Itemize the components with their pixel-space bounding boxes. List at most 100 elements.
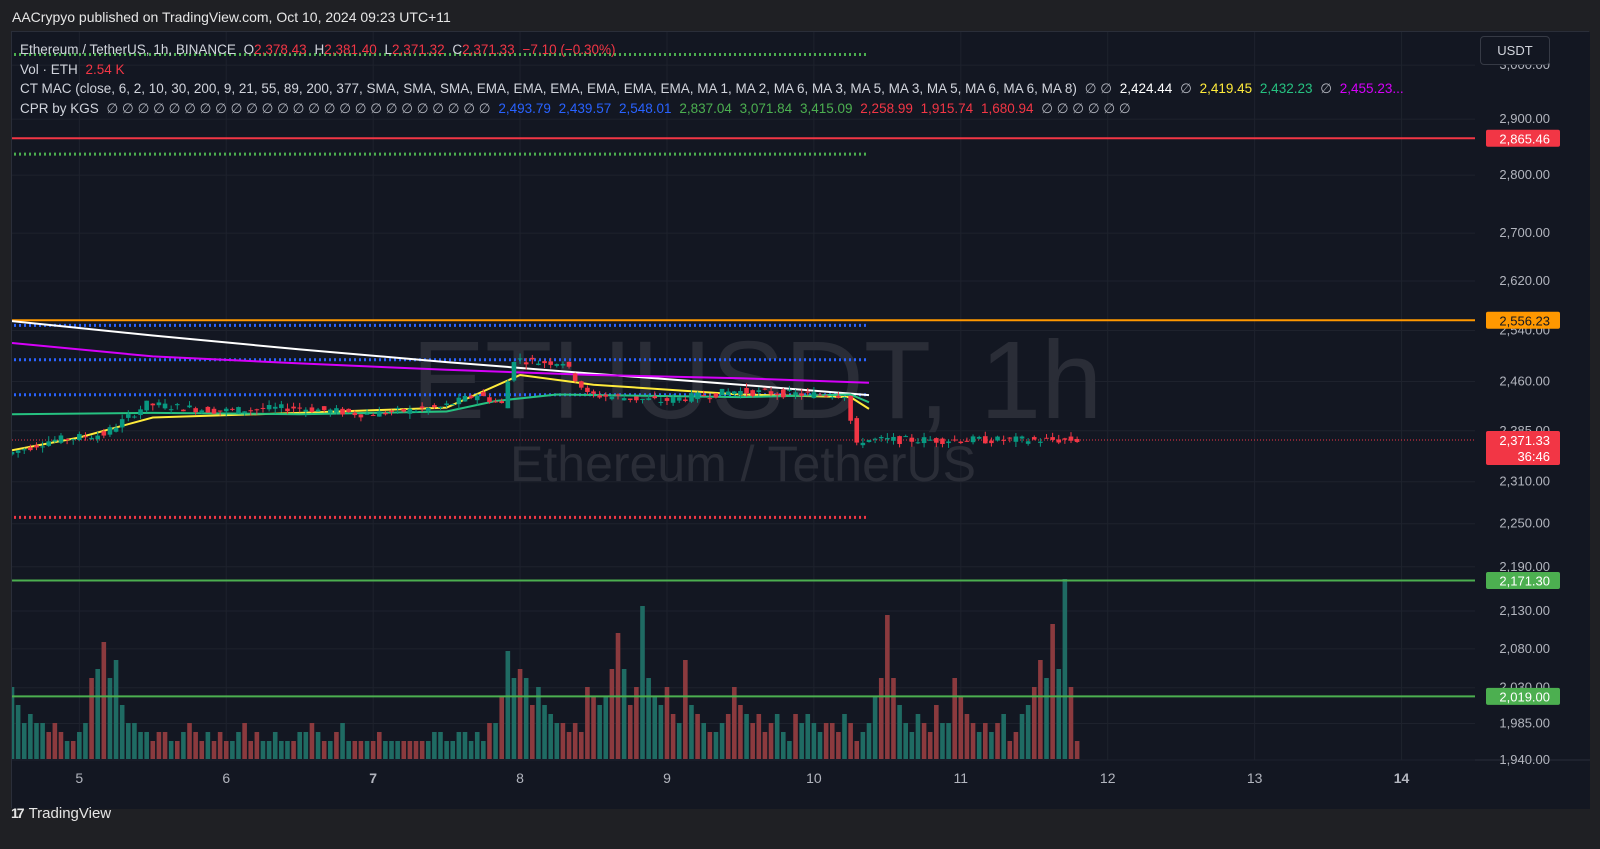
- candle-body: [921, 437, 927, 444]
- candle-body: [230, 408, 235, 410]
- currency-selector[interactable]: USDT: [1480, 36, 1550, 65]
- candle-body: [897, 436, 902, 444]
- volume-bar: [285, 741, 290, 759]
- candle-body: [174, 404, 180, 406]
- legend-volume-row[interactable]: Vol · ETH 2.54 K: [20, 60, 1408, 80]
- legend-high: 2,381.40: [324, 42, 377, 57]
- candle-body: [952, 439, 957, 441]
- time-axis-tick: 7: [369, 770, 377, 786]
- candle-body: [683, 399, 688, 401]
- candle-body: [462, 395, 468, 402]
- candle-body: [370, 414, 376, 416]
- volume-bar: [554, 723, 560, 759]
- chart-pane[interactable]: ETHUSDT, 1hEthereum / TetherUS3,000.002,…: [11, 31, 1590, 809]
- volume-bar: [744, 714, 749, 759]
- candle-body: [181, 409, 186, 412]
- volume-bar: [328, 741, 333, 759]
- volume-bar: [891, 678, 896, 759]
- candle-body: [297, 407, 302, 409]
- legend-symbol[interactable]: Ethereum / TetherUS, 1h, BINANCE: [20, 42, 236, 57]
- volume-bar: [652, 696, 658, 759]
- volume-bar: [627, 705, 633, 759]
- legend-cpr-g3: 3,415.09: [799, 100, 853, 116]
- volume-bar: [493, 723, 498, 759]
- legend-cpr-r2: 1,915.74: [920, 100, 974, 116]
- candle-body: [909, 437, 915, 442]
- volume-bar: [370, 741, 376, 759]
- legend-ctmac-label[interactable]: CT MAC (close, 6, 2, 10, 30, 200, 9, 21,…: [20, 81, 1077, 96]
- candle-body: [670, 397, 676, 403]
- volume-bar: [756, 714, 762, 759]
- candle-body: [487, 397, 492, 403]
- candle-body: [823, 395, 829, 397]
- volume-bar: [1013, 732, 1019, 759]
- candle-body: [817, 394, 823, 396]
- candle-body: [12, 451, 15, 455]
- candle-body: [787, 389, 792, 391]
- volume-bar: [915, 714, 921, 759]
- candle-body: [1074, 438, 1080, 442]
- volume-bar: [70, 741, 76, 759]
- candle-body: [1062, 438, 1068, 440]
- candle-body: [217, 410, 223, 412]
- volume-bar: [1074, 741, 1080, 759]
- volume-bar: [376, 732, 382, 759]
- candle-body: [144, 400, 149, 411]
- volume-bar: [805, 714, 811, 759]
- candle-body: [805, 391, 811, 393]
- candle-body: [725, 391, 731, 395]
- candle-body: [982, 436, 988, 444]
- volume-bar: [872, 696, 878, 759]
- candle-body: [315, 409, 321, 412]
- volume-bar: [634, 687, 639, 759]
- candle-body: [236, 407, 241, 414]
- candle-body: [150, 403, 156, 406]
- candle-body: [468, 395, 474, 398]
- legend-cpr-empty-2: ∅ ∅ ∅ ∅ ∅ ∅: [1041, 100, 1131, 116]
- legend-volume-label[interactable]: Vol · ETH: [20, 62, 78, 77]
- volume-bar: [542, 705, 547, 759]
- volume-bar: [523, 678, 529, 759]
- candle-body: [505, 381, 511, 409]
- legend-cpr-label[interactable]: CPR by KGS: [20, 101, 99, 116]
- candle-body: [615, 394, 621, 396]
- volume-bar: [836, 732, 841, 759]
- candle-body: [1031, 437, 1037, 440]
- candle-body: [205, 406, 211, 413]
- legend-cpr-empty-1: ∅ ∅ ∅ ∅ ∅ ∅ ∅ ∅ ∅ ∅ ∅ ∅ ∅ ∅ ∅ ∅ ∅ ∅ ∅ ∅ …: [106, 100, 491, 116]
- volume-bar: [248, 741, 254, 759]
- candle-body: [707, 398, 713, 400]
- candle-body: [756, 390, 762, 392]
- volume-bar: [511, 678, 517, 759]
- legend-cpr-row[interactable]: CPR by KGS ∅ ∅ ∅ ∅ ∅ ∅ ∅ ∅ ∅ ∅ ∅ ∅ ∅ ∅ ∅…: [20, 99, 1408, 119]
- volume-bar: [34, 723, 39, 759]
- volume-bar: [101, 642, 107, 759]
- candle-body: [640, 398, 645, 400]
- volume-bar: [989, 732, 994, 759]
- candle-body: [156, 402, 162, 406]
- chart-canvas[interactable]: ETHUSDT, 1hEthereum / TetherUS3,000.002,…: [12, 32, 1590, 809]
- volume-bar: [921, 723, 927, 759]
- candle-body: [303, 409, 309, 412]
- legend-change: −7.10 (−0.30%): [522, 42, 616, 57]
- price-label-text: 2,865.46: [1499, 131, 1550, 146]
- candle-body: [193, 408, 198, 413]
- candle-body: [554, 364, 560, 366]
- legend-ctmac-row[interactable]: CT MAC (close, 6, 2, 10, 30, 200, 9, 21,…: [20, 79, 1408, 99]
- candle-body: [401, 409, 407, 412]
- volume-bar: [456, 732, 462, 759]
- legend-symbol-row[interactable]: Ethereum / TetherUS, 1h, BINANCE O2,378.…: [20, 40, 1408, 60]
- volume-bar: [560, 723, 566, 759]
- price-axis-tick: 1,940.00: [1499, 752, 1550, 767]
- candle-body: [848, 395, 853, 421]
- candle-body: [481, 392, 486, 397]
- candle-body: [1056, 439, 1062, 443]
- volume-bar: [46, 732, 52, 759]
- legend-ctmac-v4: 2,455.23...: [1339, 81, 1404, 96]
- candle-body: [58, 435, 64, 443]
- candle-body: [768, 391, 774, 395]
- legend-cpr-g1: 2,837.04: [679, 100, 732, 116]
- time-axis-tick: 13: [1247, 770, 1263, 786]
- time-axis-tick: 6: [222, 770, 230, 786]
- candle-body: [1025, 441, 1031, 444]
